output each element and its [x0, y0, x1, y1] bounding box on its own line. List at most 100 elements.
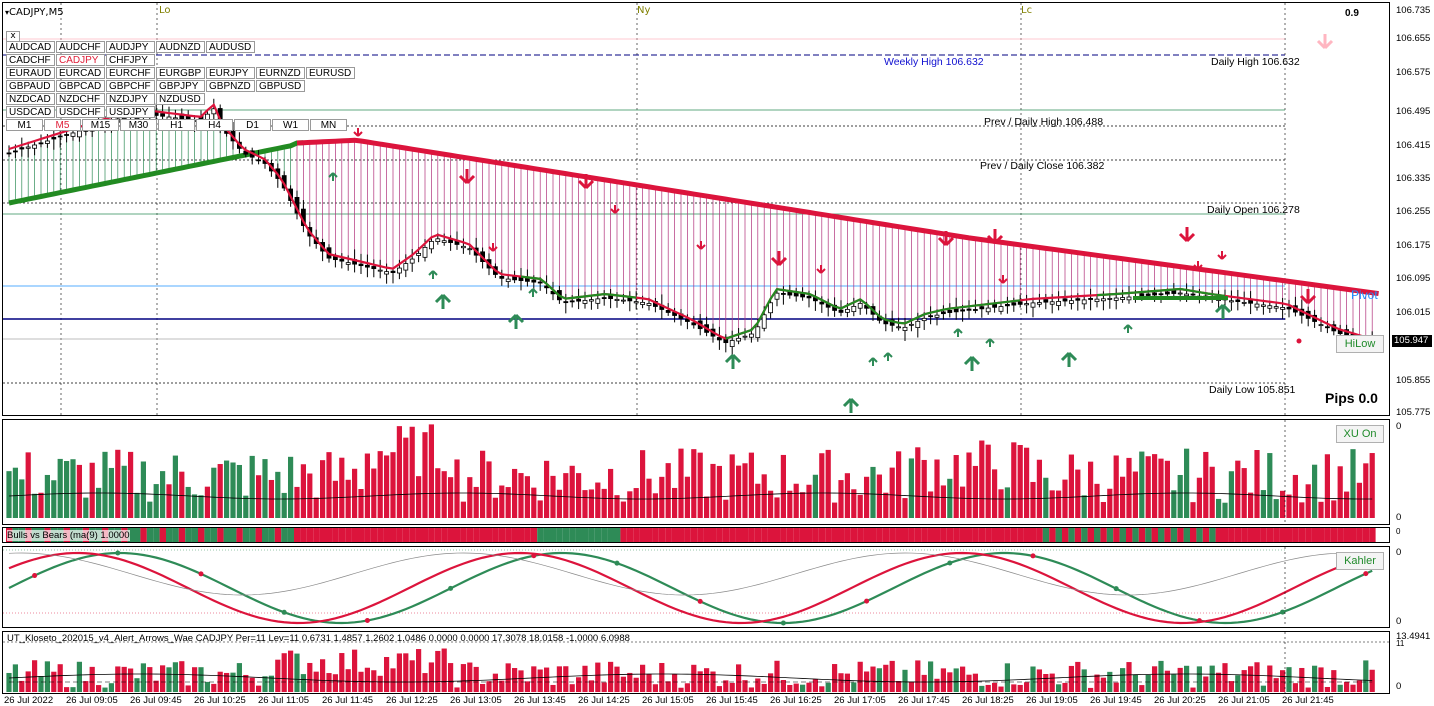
candle-body [979, 306, 985, 310]
ut-histogram-bar [492, 673, 498, 692]
symbol-button-gbpaud[interactable]: GBPAUD [6, 80, 55, 92]
volume-bar [1107, 488, 1113, 518]
symbol-button-gbpcad[interactable]: GBPCAD [56, 80, 105, 92]
bulls-vs-bears-pane[interactable]: Bulls vs Bears (ma(9) 1.0000 [2, 527, 1390, 543]
kahler-dot [1280, 609, 1286, 615]
ut-histogram-bar [102, 687, 108, 692]
symbol-button-usdchf[interactable]: USDCHF [56, 106, 105, 118]
weekly-high-label: Weekly High 106.632 [884, 56, 984, 68]
volume-bar [550, 475, 556, 518]
symbol-button-nzdchf[interactable]: NZDCHF [56, 93, 105, 105]
sell-arrow-icon [1217, 251, 1227, 260]
symbol-button-audjpy[interactable]: AUDJPY [106, 41, 155, 53]
symbol-button-gbpjpy[interactable]: GBPJPY [156, 80, 205, 92]
bulls-bears-cell [198, 528, 205, 542]
price-pane[interactable]: CADJPY,M5 Lo Ny Lc 0.9 x AUDCADAUDCHFAUD… [2, 2, 1390, 416]
volume-pane[interactable]: XU On [2, 419, 1390, 525]
volume-bar [544, 460, 550, 518]
volume-bar [806, 484, 812, 518]
bulls-bears-cell [870, 528, 877, 542]
candle-body [1069, 300, 1074, 304]
volume-bar [947, 478, 953, 518]
timeframe-button-m1[interactable]: M1 [6, 119, 43, 131]
volume-bar [326, 452, 332, 518]
symbol-button-audchf[interactable]: AUDCHF [56, 41, 105, 53]
volume-bar [352, 468, 358, 518]
volume-bar [332, 480, 338, 518]
ut-histogram-bar [332, 674, 338, 692]
timeframe-button-m15[interactable]: M15 [82, 119, 119, 131]
symbol-button-gbpusd[interactable]: GBPUSD [256, 80, 305, 92]
volume-bar [448, 477, 454, 518]
volume-bar [1203, 451, 1209, 518]
symbol-button-eurnzd[interactable]: EURNZD [256, 67, 305, 79]
candle-body [717, 337, 722, 341]
symbol-button-audnzd[interactable]: AUDNZD [156, 41, 205, 53]
volume-bar [582, 490, 588, 518]
time-axis-tick: 26 Jul 19:05 [1026, 695, 1078, 706]
bulls-bears-cell [972, 528, 979, 542]
time-axis-tick: 26 Jul 12:25 [386, 695, 438, 706]
symbol-button-audcad[interactable]: AUDCAD [6, 41, 55, 53]
volume-bar [825, 449, 831, 518]
timeframe-button-d1[interactable]: D1 [234, 119, 271, 131]
volume-bar [704, 496, 710, 518]
bulls-bears-cell [511, 528, 518, 542]
symbol-button-eurgbp[interactable]: EURGBP [156, 67, 205, 79]
ut-indicator-pane[interactable]: UT_Kloseto_202015_v4_Alert_Arrows_Wae CA… [2, 631, 1390, 694]
timeframe-button-m5[interactable]: M5 [44, 119, 81, 131]
xu-on-button[interactable]: XU On [1336, 425, 1384, 443]
hilow-button[interactable]: HiLow [1336, 335, 1384, 353]
ut-histogram-bar [1369, 669, 1375, 692]
volume-bar [390, 452, 396, 518]
ut-histogram-bar [582, 665, 588, 692]
bulls-bears-cell [985, 528, 992, 542]
volume-bar [883, 492, 889, 518]
ut-histogram-bar [38, 676, 44, 692]
bulls-bears-cell [268, 528, 275, 542]
ut-histogram-bar [550, 684, 556, 692]
symbol-button-eurcad[interactable]: EURCAD [56, 67, 105, 79]
symbol-button-cadjpy[interactable]: CADJPY [56, 54, 105, 66]
symbol-button-eurchf[interactable]: EURCHF [106, 67, 155, 79]
symbol-button-eurusd[interactable]: EURUSD [306, 67, 355, 79]
timeframe-button-mn[interactable]: MN [310, 119, 347, 131]
ut-histogram-bar [281, 653, 287, 692]
bulls-bears-cell [159, 528, 166, 542]
ut-histogram-bar [960, 666, 966, 692]
symbol-button-usdjpy[interactable]: USDJPY [106, 106, 155, 118]
symbol-button-euraud[interactable]: EURAUD [6, 67, 55, 79]
symbol-button-eurjpy[interactable]: EURJPY [206, 67, 255, 79]
ut-histogram-bar [716, 686, 722, 692]
timeframe-button-h1[interactable]: H1 [158, 119, 195, 131]
buy-arrow-icon [724, 353, 742, 369]
volume-bar [966, 452, 972, 518]
timeframe-button-w1[interactable]: W1 [272, 119, 309, 131]
volume-bar [1196, 477, 1202, 518]
symbol-button-gbpnzd[interactable]: GBPNZD [206, 80, 255, 92]
ut-histogram-bar [390, 668, 396, 692]
bulls-bears-cell [1228, 528, 1235, 542]
bulls-bears-cell [646, 528, 653, 542]
volume-bar [921, 459, 927, 518]
volume-bar [896, 451, 902, 518]
volume-bar [691, 449, 697, 518]
symbol-button-gbpchf[interactable]: GBPCHF [106, 80, 155, 92]
price-axis-tick: 106.495 [1396, 106, 1431, 117]
symbol-button-audusd[interactable]: AUDUSD [206, 41, 255, 53]
timeframe-button-h4[interactable]: H4 [196, 119, 233, 131]
symbol-button-cadchf[interactable]: CADCHF [6, 54, 55, 66]
symbol-button-nzdjpy[interactable]: NZDJPY [106, 93, 155, 105]
ut-histogram-bar [326, 673, 332, 692]
ut-histogram-bar [1043, 674, 1049, 692]
symbol-button-chfjpy[interactable]: CHFJPY [106, 54, 155, 66]
candle-body [1049, 301, 1055, 305]
kahler-button[interactable]: Kahler [1336, 552, 1384, 570]
bulls-bears-cell [678, 528, 685, 542]
timeframe-button-m30[interactable]: M30 [120, 119, 157, 131]
bulls-bears-cell [722, 528, 730, 542]
kahler-oscillator-pane[interactable]: Kahler [2, 546, 1390, 628]
symbol-button-nzdusd[interactable]: NZDUSD [156, 93, 205, 105]
symbol-button-usdcad[interactable]: USDCAD [6, 106, 55, 118]
symbol-button-nzdcad[interactable]: NZDCAD [6, 93, 55, 105]
